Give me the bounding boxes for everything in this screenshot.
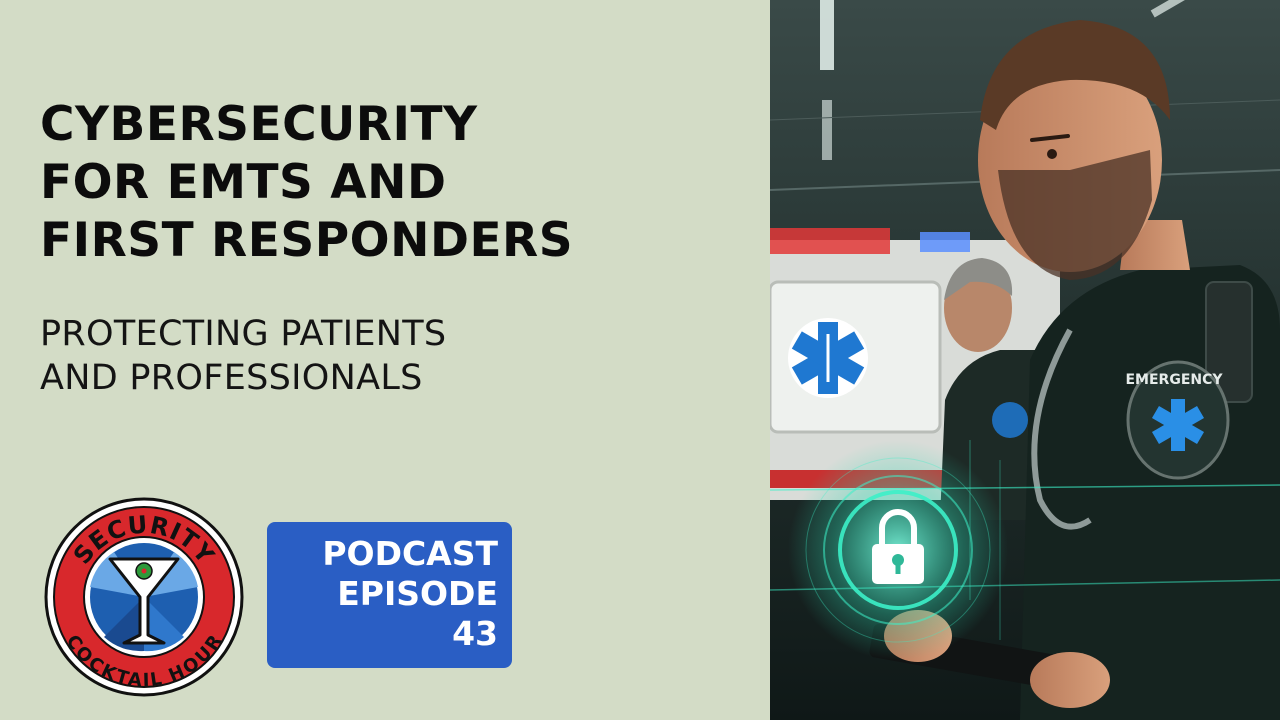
ceiling-light [822, 100, 832, 160]
emt-illustration: EMERGENCY [770, 0, 1280, 720]
subtitle-line-1: PROTECTING PATIENTS [40, 314, 447, 354]
security-cocktail-hour-logo: SECURITY COCKTAIL HOUR [44, 497, 244, 697]
title-line-1: CYBERSECURITY [40, 97, 478, 152]
subtitle-line-2: AND PROFESSIONALS [40, 358, 423, 398]
emergency-light-blue [920, 232, 970, 252]
ceiling-light [820, 0, 834, 70]
patch-text: EMERGENCY [1125, 372, 1223, 388]
episode-title: CYBERSECURITY FOR EMTS AND FIRST RESPOND… [40, 96, 573, 270]
episode-number: 43 [452, 614, 498, 653]
badge-line-2: EPISODE [337, 574, 498, 613]
logo-graphic: SECURITY COCKTAIL HOUR [44, 497, 244, 697]
title-line-3: FIRST RESPONDERS [40, 213, 574, 268]
emergency-light-red [770, 228, 890, 254]
episode-subtitle: PROTECTING PATIENTS AND PROFESSIONALS [40, 312, 446, 400]
badge-line-1: PODCAST [322, 534, 498, 573]
emt-illustration-graphic: EMERGENCY [770, 0, 1280, 720]
star-of-life-icon [788, 318, 868, 398]
thumbnail-canvas: CYBERSECURITY FOR EMTS AND FIRST RESPOND… [0, 0, 1280, 720]
title-line-2: FOR EMTS AND [40, 155, 447, 210]
podcast-episode-badge: PODCAST EPISODE 43 [267, 522, 512, 668]
